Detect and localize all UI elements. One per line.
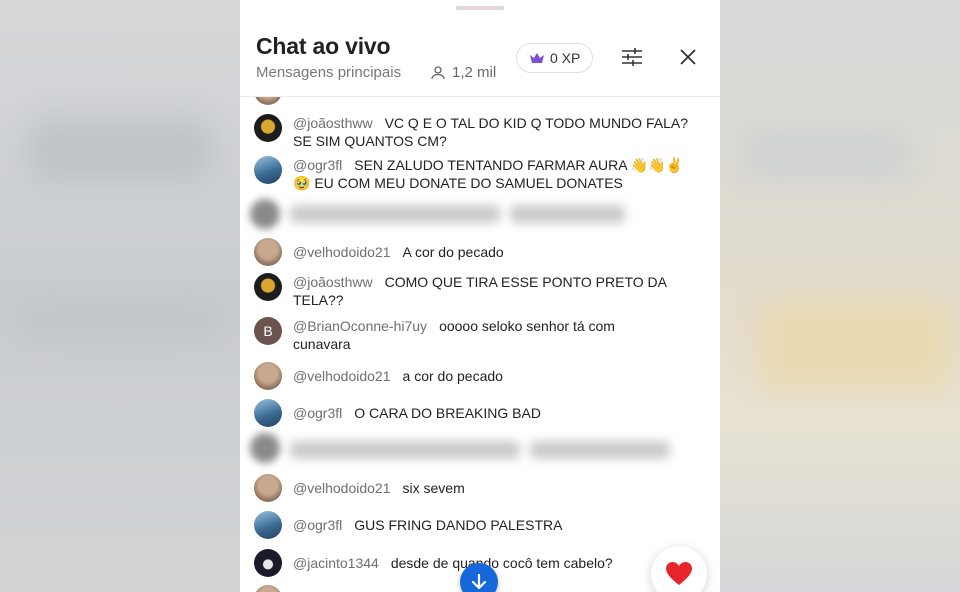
chat-settings-button[interactable] <box>616 42 648 72</box>
live-chat-panel: Chat ao vivo Mensagens principais 1,2 mi… <box>240 0 720 592</box>
message-text: @joãosthww VC Q E O TAL DO KID Q TODO MUN… <box>293 114 704 150</box>
message-body: desde de quando cocô tem cabelo? <box>390 555 613 571</box>
message-author[interactable]: @velhodoido21 <box>293 244 391 260</box>
avatar <box>254 474 282 502</box>
message-text: @velhodoido21 a cor do pecado <box>293 367 704 385</box>
heart-icon <box>666 562 692 585</box>
message-body-continued: 🥹 EU COM MEU DONATE DO SAMUEL DONATES <box>293 175 623 191</box>
background-right <box>720 0 960 592</box>
blurred-text <box>510 205 625 223</box>
avatar <box>254 362 282 390</box>
avatar <box>254 238 282 266</box>
message-text: @ogr3fl GUS FRING DANDO PALESTRA <box>293 516 704 534</box>
message-body: SEN ZALUDO TENTANDO FARMAR AURA 👋👋✌️ <box>354 157 683 173</box>
message-author[interactable]: @ogr3fl <box>293 405 342 421</box>
chat-header: Chat ao vivo Mensagens principais 1,2 mi… <box>240 0 720 97</box>
message-author[interactable]: @ogr3fl <box>293 517 342 533</box>
message-body: GUS FRING DANDO PALESTRA <box>354 517 563 533</box>
message-text: @velhodoido21 six sevem <box>293 479 704 497</box>
message-body-continued: TELA?? <box>293 292 344 308</box>
viewer-count: 1,2 mil <box>430 64 496 81</box>
message-body: ooooo seloko senhor tá com <box>439 318 615 334</box>
message-body-continued: SE SIM QUANTOS CM? <box>293 133 447 149</box>
message-body: COMO QUE TIRA ESSE PONTO PRETO DA <box>384 274 667 290</box>
avatar <box>254 549 282 577</box>
avatar <box>254 399 282 427</box>
person-icon <box>431 65 445 79</box>
message-author[interactable]: @velhodoido21 <box>293 368 391 384</box>
message-text: @ogr3fl O CARA DO BREAKING BAD <box>293 404 704 422</box>
avatar <box>254 511 282 539</box>
chat-mode-selector[interactable]: Mensagens principais <box>256 64 401 81</box>
message-author[interactable]: @BrianOconne-hi7uy <box>293 318 427 334</box>
message-author[interactable]: @joãosthww <box>293 115 373 131</box>
avatar <box>250 433 280 463</box>
message-body: O CARA DO BREAKING BAD <box>354 405 541 421</box>
message-text: @BrianOconne-hi7uy ooooo seloko senhor tá… <box>293 317 704 353</box>
blurred-text <box>530 441 670 459</box>
close-icon <box>680 49 696 65</box>
xp-label: 0 XP <box>550 50 581 66</box>
avatar <box>254 585 282 592</box>
blurred-text <box>290 205 500 223</box>
avatar: B <box>254 317 282 345</box>
avatar <box>254 156 282 184</box>
message-author[interactable]: @ogr3fl <box>293 157 342 173</box>
message-text: @velhodoido21 A cor do pecado <box>293 243 704 261</box>
chat-title: Chat ao vivo <box>256 33 391 59</box>
message-author[interactable]: @joãosthww <box>293 274 373 290</box>
message-text: @joãosthww COMO QUE TIRA ESSE PONTO PRETO… <box>293 273 704 309</box>
avatar <box>254 273 282 301</box>
message-body: six sevem <box>402 480 465 496</box>
message-body: A cor do pecado <box>402 244 504 260</box>
viewer-count-label: 1,2 mil <box>452 64 497 81</box>
avatar <box>254 114 282 142</box>
message-author[interactable]: @jacinto1344 <box>293 555 379 571</box>
background-left <box>0 0 240 592</box>
avatar <box>254 97 282 105</box>
chat-message-list[interactable]: @joãosthww VC Q E O TAL DO KID Q TODO MUN… <box>240 97 720 592</box>
blurred-text <box>290 441 520 459</box>
avatar <box>250 199 280 229</box>
close-button[interactable] <box>672 42 704 72</box>
message-body-continued: cunavara <box>293 336 351 352</box>
message-body: a cor do pecado <box>402 368 503 384</box>
xp-badge[interactable]: 0 XP <box>516 43 594 73</box>
message-text: @jacinto1344 desde de quando cocô tem cab… <box>293 554 704 572</box>
arrow-down-icon <box>471 573 487 590</box>
message-author[interactable]: @velhodoido21 <box>293 480 391 496</box>
message-text: @ogr3fl SEN ZALUDO TENTANDO FARMAR AURA 👋… <box>293 156 704 192</box>
sliders-icon <box>622 48 642 66</box>
crown-icon <box>530 53 544 63</box>
message-body: VC Q E O TAL DO KID Q TODO MUNDO FALA? <box>384 115 688 131</box>
